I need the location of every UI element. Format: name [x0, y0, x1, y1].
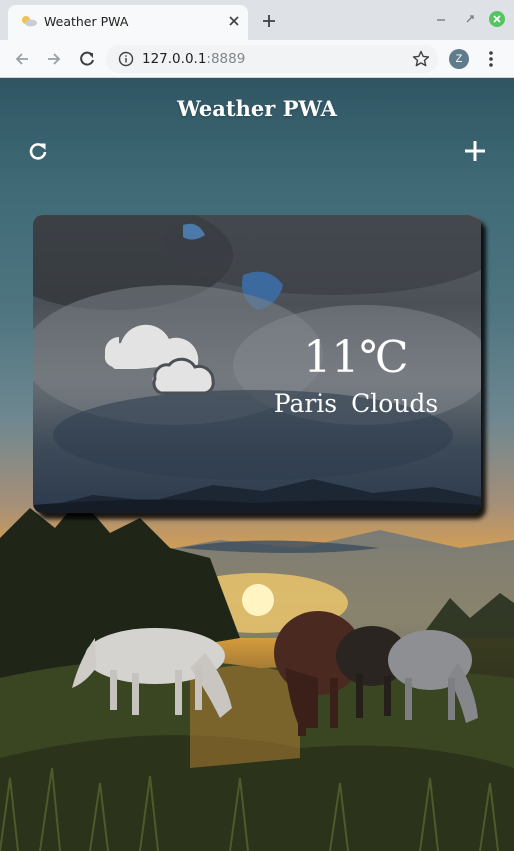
- forward-icon[interactable]: [44, 49, 64, 69]
- browser-tab[interactable]: Weather PWA: [8, 5, 248, 40]
- reload-icon[interactable]: [77, 49, 97, 69]
- address-bar[interactable]: 127.0.0.1:8889: [106, 45, 438, 73]
- url-text: 127.0.0.1:8889: [142, 51, 245, 67]
- back-icon[interactable]: [12, 49, 32, 69]
- url-port: :8889: [206, 51, 246, 67]
- bookmark-star-icon[interactable]: [411, 49, 431, 69]
- browser-toolbar: 127.0.0.1:8889 Z: [0, 40, 514, 78]
- close-icon[interactable]: [488, 10, 506, 28]
- refresh-icon[interactable]: [27, 140, 49, 162]
- add-city-icon[interactable]: [462, 138, 488, 164]
- kebab-menu-icon[interactable]: [483, 49, 499, 69]
- minimize-icon[interactable]: [432, 10, 450, 28]
- tab-title: Weather PWA: [44, 14, 129, 29]
- profile-avatar[interactable]: Z: [449, 49, 469, 69]
- clouds-icon: [104, 324, 215, 395]
- url-host: 127.0.0.1: [142, 51, 207, 67]
- temperature-value: 11℃: [303, 332, 409, 383]
- tab-close-icon[interactable]: [226, 13, 242, 29]
- weather-condition: Clouds: [351, 389, 439, 418]
- page-viewport: Weather PWA 11℃ Paris Clouds: [0, 78, 514, 851]
- weather-favicon-icon: [22, 16, 37, 27]
- location-condition-line: Paris Clouds: [263, 389, 449, 419]
- maximize-icon[interactable]: [461, 10, 479, 28]
- browser-tabbar: Weather PWA: [0, 0, 514, 40]
- weather-card[interactable]: 11℃ Paris Clouds: [33, 215, 481, 513]
- city-name: Paris: [273, 389, 338, 418]
- info-icon[interactable]: [118, 51, 134, 67]
- new-tab-icon[interactable]: [259, 11, 279, 31]
- app-title: Weather PWA: [177, 96, 337, 121]
